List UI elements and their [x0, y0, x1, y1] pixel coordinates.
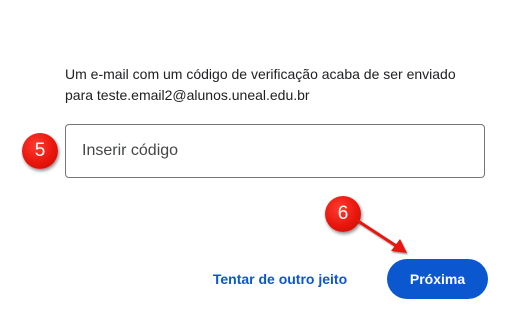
verification-page: Um e-mail com um código de verificação a…: [0, 0, 517, 317]
step-marker-5: 5: [22, 133, 58, 169]
verification-message-line-2: para teste.email2@alunos.uneal.edu.br: [65, 87, 310, 103]
verification-message-line-1: Um e-mail com um código de verificação a…: [65, 66, 456, 82]
try-another-way-button[interactable]: Tentar de outro jeito: [205, 261, 355, 297]
annotation-arrow-icon: [356, 219, 407, 253]
next-button[interactable]: Próxima: [387, 259, 488, 299]
verification-code-input[interactable]: [65, 124, 485, 178]
verification-message: Um e-mail com um código de verificação a…: [65, 64, 495, 106]
